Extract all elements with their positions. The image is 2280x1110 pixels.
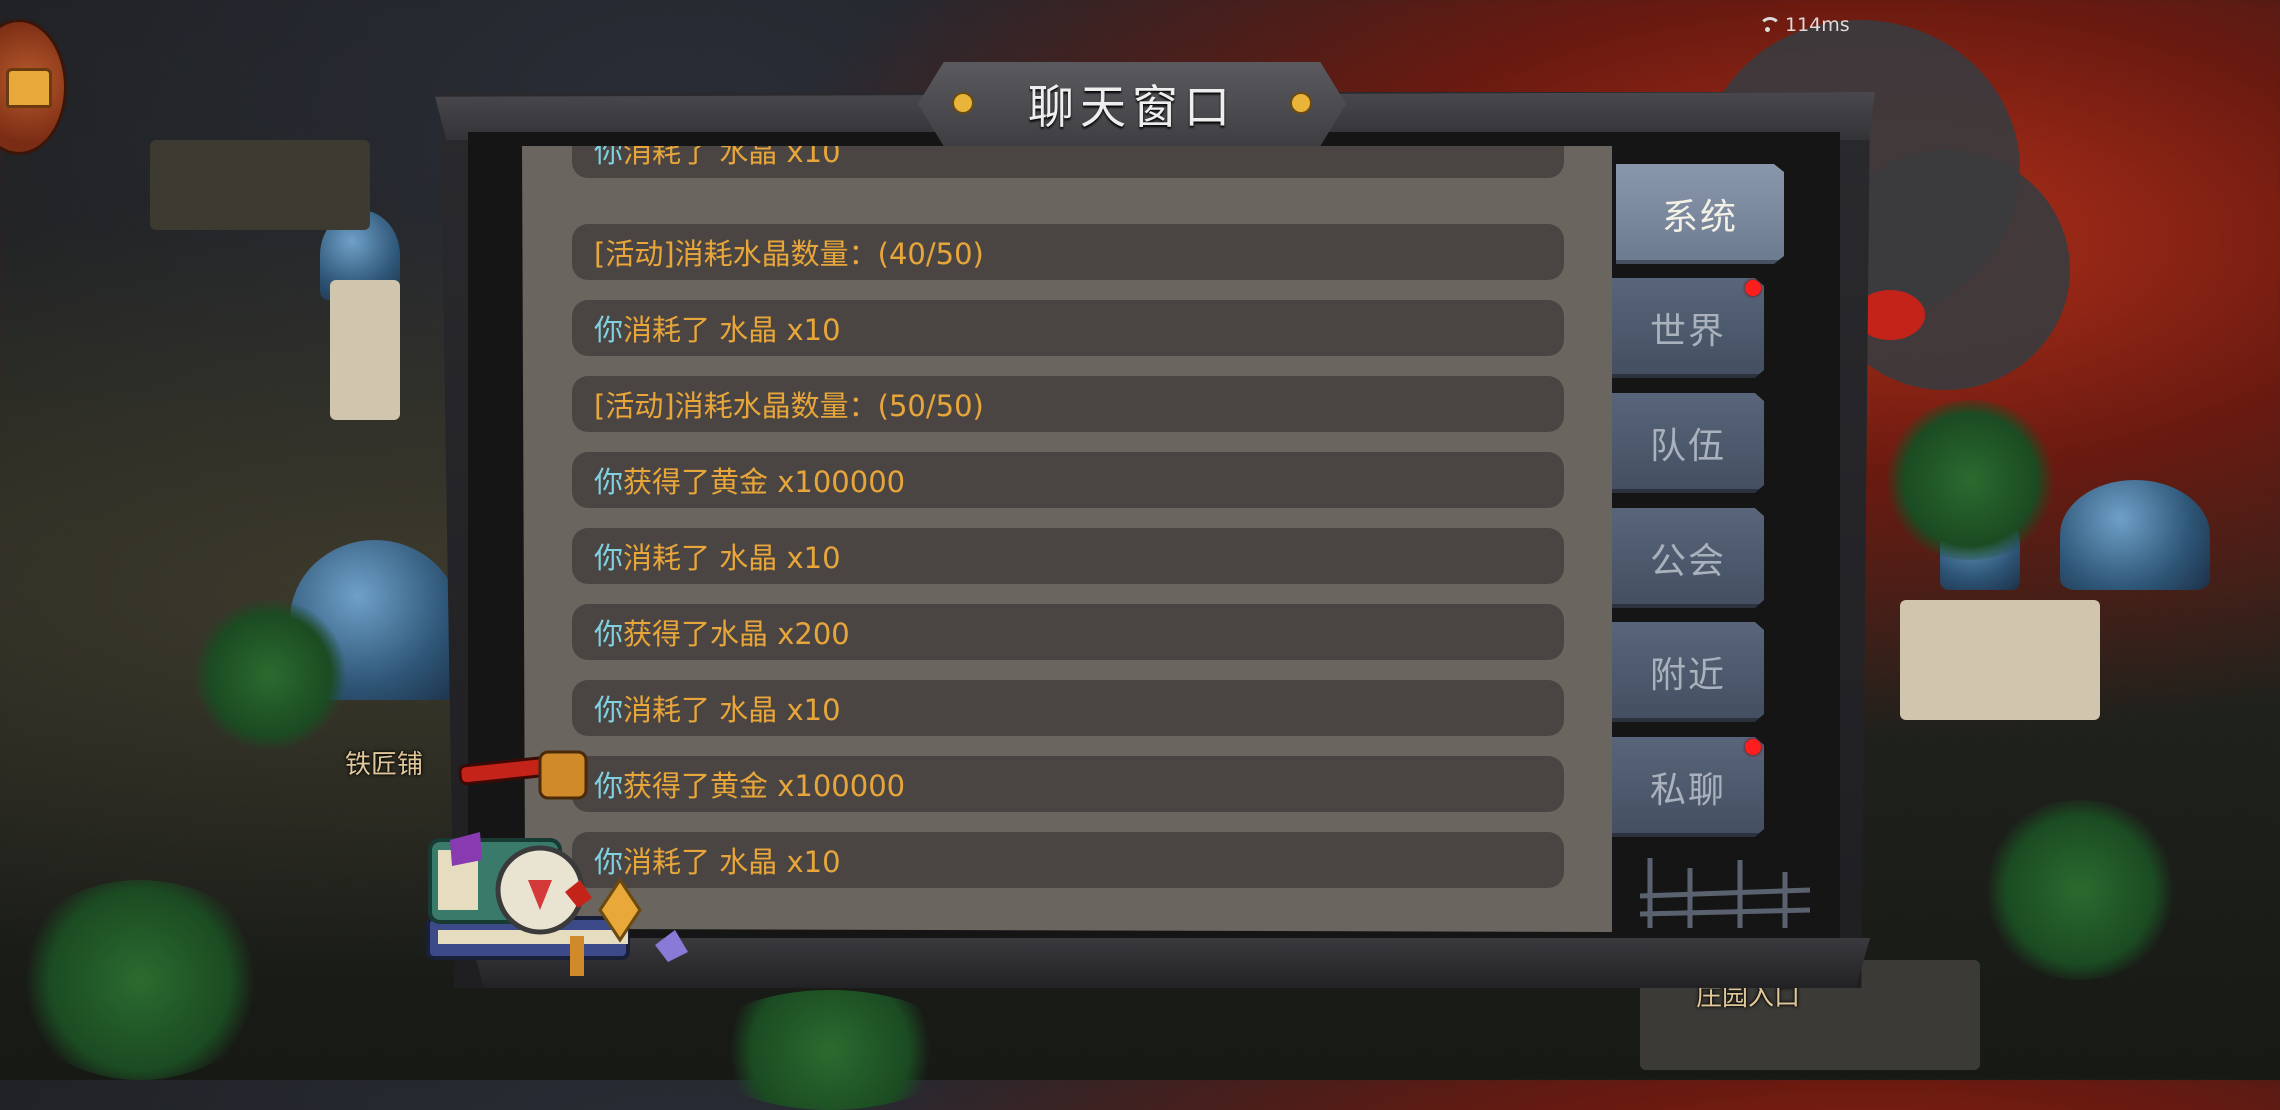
chat-message: [活动]消耗水晶数量：(50/50)	[572, 376, 1564, 432]
message-text: 获得了水晶 x200	[623, 617, 850, 651]
chat-message: 你获得了黄金 x100000	[572, 756, 1564, 812]
tab-label: 附近	[1649, 655, 1726, 696]
message-sender: 你	[594, 146, 624, 169]
tab-label: 系统	[1661, 197, 1738, 238]
message-text: 消耗了 水晶 x10	[623, 693, 841, 727]
chat-message: 你消耗了 水晶 x10	[572, 680, 1564, 736]
network-status: 114ms	[1757, 14, 1850, 36]
chest-icon	[6, 68, 52, 108]
wifi-icon	[1757, 17, 1781, 33]
background-palm	[1880, 400, 2060, 560]
chat-message: 你获得了水晶 x200	[572, 604, 1564, 660]
background-palm	[1980, 800, 2180, 980]
background-palm	[700, 990, 960, 1110]
ping-value: 114ms	[1785, 14, 1850, 36]
tab-team[interactable]: 队伍	[1612, 393, 1764, 493]
unread-dot	[1745, 280, 1761, 296]
treasure-chest-button[interactable]	[0, 22, 64, 152]
title-left-ornament	[954, 94, 972, 112]
background-hut-roof	[2060, 480, 2210, 590]
chat-title-plate: 聊天窗口	[918, 62, 1346, 146]
message-text: [活动]消耗水晶数量：(50/50)	[594, 389, 984, 423]
tab-label: 私聊	[1649, 770, 1726, 811]
message-text: 消耗了 水晶 x10	[623, 146, 841, 169]
tab-nearby[interactable]: 附近	[1612, 622, 1764, 722]
chat-message: 你消耗了 水晶 x10	[572, 300, 1564, 356]
tab-label: 队伍	[1649, 426, 1726, 467]
chat-message: 你消耗了 水晶 x10	[572, 528, 1564, 584]
message-text: 消耗了 水晶 x10	[623, 313, 841, 347]
background-path	[150, 140, 370, 230]
chat-message: 你消耗了 水晶 x10	[572, 832, 1564, 888]
background-wall	[1900, 600, 2100, 720]
chat-window-title: 聊天窗口	[1028, 80, 1236, 134]
tab-label: 世界	[1649, 311, 1726, 352]
tab-private[interactable]: 私聊	[1612, 737, 1764, 837]
building-label-blacksmith[interactable]: 铁匠铺	[345, 744, 423, 781]
chat-message: 你获得了黄金 x100000	[572, 452, 1564, 508]
message-sender: 你	[594, 693, 624, 727]
tab-world[interactable]: 世界	[1612, 278, 1764, 378]
message-sender: 你	[594, 617, 624, 651]
message-sender: 你	[594, 465, 624, 499]
tab-system[interactable]: 系统	[1616, 164, 1784, 264]
message-text: 获得了黄金 x100000	[623, 465, 906, 499]
chat-message: 你消耗了 水晶 x10	[572, 146, 1564, 178]
book-stack-decoration	[426, 750, 688, 976]
tab-guild[interactable]: 公会	[1612, 508, 1764, 608]
unread-dot	[1745, 739, 1761, 755]
message-sender: 你	[594, 313, 624, 347]
message-text: 消耗了 水晶 x10	[623, 541, 841, 575]
tab-label: 公会	[1649, 541, 1726, 582]
fence-decoration	[1640, 858, 1810, 928]
background-tower	[330, 280, 400, 420]
message-sender: 你	[594, 541, 624, 575]
title-right-ornament	[1292, 94, 1310, 112]
background-palm	[190, 600, 350, 750]
chat-message: [活动]消耗水晶数量：(40/50)	[572, 224, 1564, 280]
background-palm	[10, 880, 270, 1080]
message-text: [活动]消耗水晶数量：(40/50)	[594, 237, 984, 271]
